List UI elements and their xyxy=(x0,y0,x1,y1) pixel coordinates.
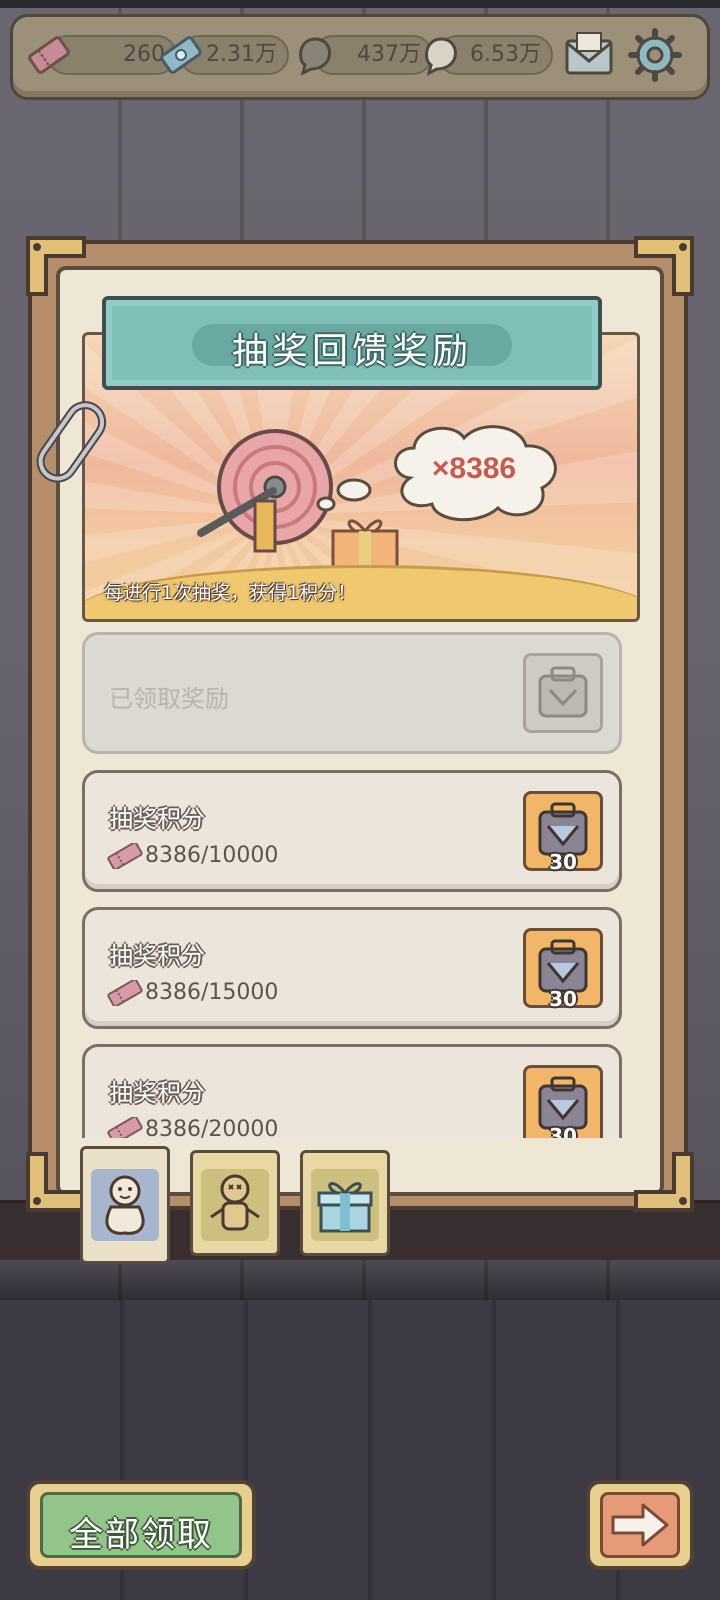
ticket-icon xyxy=(107,843,143,869)
currency-crystal-value: 2.31万 xyxy=(206,42,277,67)
mail-icon[interactable] xyxy=(561,27,617,83)
reward-row[interactable]: 抽奖积分 8386/15000 30 xyxy=(82,907,622,1029)
reward-item[interactable]: 30 xyxy=(523,928,603,1011)
currency-ghost-value: 6.53万 xyxy=(470,42,541,67)
stitched-doll-icon xyxy=(210,1174,260,1231)
reward-row[interactable]: 抽奖积分 8386/20000 30 xyxy=(82,1044,622,1138)
ticket-icon xyxy=(28,36,70,74)
tab-icon-bg xyxy=(91,1169,159,1241)
banner-note: 每进行1次抽奖，获得1积分！ xyxy=(104,582,357,604)
corner-bracket-icon xyxy=(26,236,86,296)
reward-row-title: 已领取奖励 xyxy=(109,685,229,713)
next-button[interactable] xyxy=(586,1480,694,1570)
gear-icon[interactable] xyxy=(627,27,683,83)
reward-count: 30 xyxy=(549,987,577,1011)
title-plate: 抽奖回馈奖励 xyxy=(102,296,602,390)
currency-soul-value: 437万 xyxy=(357,42,421,67)
thought-bubble-dots xyxy=(316,478,372,512)
reward-row-title: 抽奖积分 xyxy=(109,805,205,833)
reward-row-title: 抽奖积分 xyxy=(109,1079,205,1107)
tab-voodoo-doll[interactable] xyxy=(80,1146,170,1264)
currency-bar: 260 2.31万 437万 6.53万 xyxy=(10,14,710,100)
reward-row-claimed: 已领取奖励 xyxy=(82,632,622,754)
reward-row[interactable]: 抽奖积分 8386/10000 30 xyxy=(82,770,622,892)
reward-list[interactable]: 已领取奖励 抽奖积分 8386/10000 30 抽奖积分 8386/15000… xyxy=(82,630,642,1138)
chest-icon xyxy=(538,666,588,718)
tab-stitched-doll[interactable] xyxy=(190,1150,280,1256)
reward-row-title: 抽奖积分 xyxy=(109,942,205,970)
reward-count: 30 xyxy=(549,1124,577,1138)
reward-item[interactable]: 30 xyxy=(523,791,603,874)
ticket-icon xyxy=(107,1117,143,1138)
voodoo-doll-icon xyxy=(105,1175,145,1235)
reward-progress: 8386/15000 xyxy=(145,980,279,1005)
gift-box-icon xyxy=(317,1182,373,1233)
crystal-ticket-icon xyxy=(160,36,202,74)
corner-bracket-icon xyxy=(634,236,694,296)
reward-progress: 8386/20000 xyxy=(145,1117,279,1138)
claim-all-inner: 全部领取 xyxy=(40,1492,242,1558)
arrow-right-icon xyxy=(611,1503,669,1547)
corner-bracket-icon xyxy=(634,1152,694,1212)
panel-title: 抽奖回馈奖励 xyxy=(231,331,472,372)
status-strip xyxy=(0,0,720,8)
reward-count: 30 xyxy=(549,850,577,874)
ghost-icon xyxy=(425,37,457,76)
tab-gift-box[interactable] xyxy=(300,1150,390,1256)
next-inner xyxy=(600,1492,680,1558)
reward-item xyxy=(523,653,603,733)
ticket-icon xyxy=(107,980,143,1006)
reward-item[interactable]: 30 xyxy=(523,1065,603,1138)
reward-progress: 8386/10000 xyxy=(145,843,279,868)
points-total: ×8386 xyxy=(431,452,517,485)
carabiner-clip-icon xyxy=(36,401,107,483)
soul-icon xyxy=(299,37,331,76)
claim-all-label: 全部领取 xyxy=(69,1515,213,1555)
claim-all-button[interactable]: 全部领取 xyxy=(26,1480,256,1570)
tab-icon-bg xyxy=(311,1169,379,1241)
tab-icon-bg xyxy=(201,1169,269,1241)
